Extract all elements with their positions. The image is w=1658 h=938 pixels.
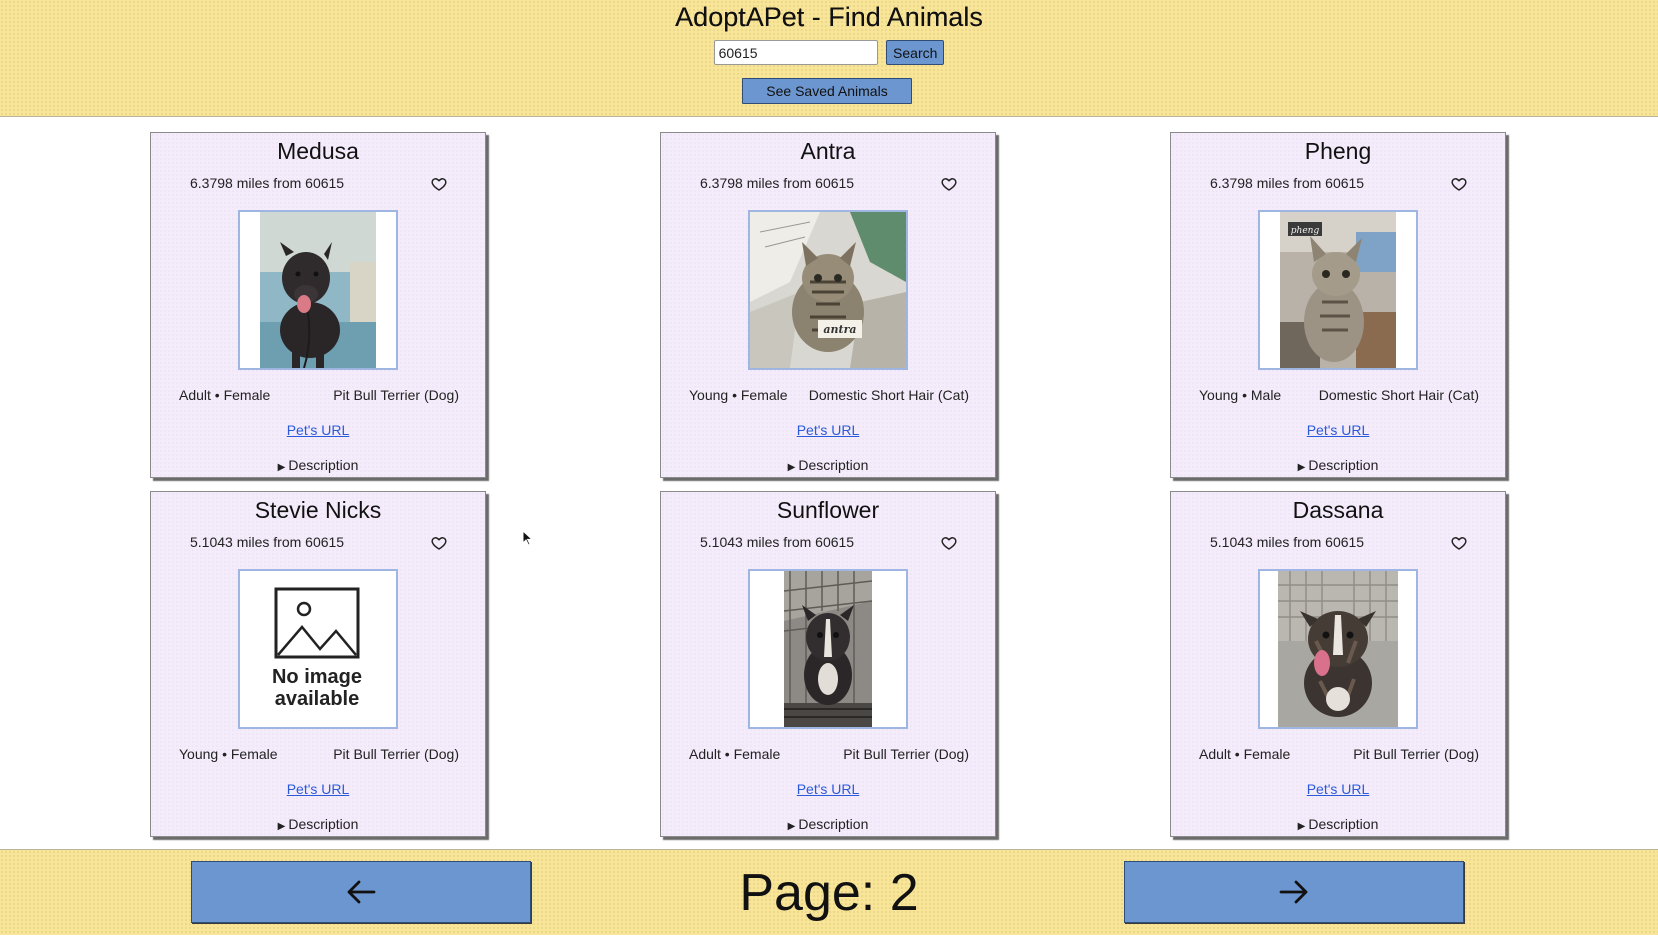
pet-age-sex: Adult • Female	[689, 746, 781, 762]
pagination-bar: Page: 2	[0, 849, 1658, 935]
description-label: Description	[288, 816, 359, 832]
pets-url-link[interactable]: Pet's URL	[1171, 781, 1505, 797]
pets-url-link[interactable]: Pet's URL	[151, 781, 485, 797]
heart-icon[interactable]	[941, 176, 957, 192]
pet-age-sex: Adult • Female	[179, 387, 271, 403]
pet-card-pheng: Pheng 6.3798 miles from 60615 pheng Youn…	[1170, 132, 1506, 478]
pet-age-sex: Adult • Female	[1199, 746, 1291, 762]
disclosure-triangle-icon: ▶	[1297, 462, 1306, 473]
pet-photo: No image available	[238, 569, 398, 729]
heart-icon[interactable]	[941, 535, 957, 551]
pet-photo: pheng	[1258, 210, 1418, 370]
pet-card-dassana: Dassana 5.1043 miles from 60615 Adult • …	[1170, 491, 1506, 837]
pet-distance: 6.3798 miles from 60615	[190, 175, 345, 191]
dog-photo-image	[750, 571, 906, 727]
description-label: Description	[288, 457, 359, 473]
pet-age-sex: Young • Male	[1199, 387, 1282, 403]
description-toggle[interactable]: ▶ Description	[151, 457, 485, 473]
pet-name: Pheng	[1304, 138, 1372, 164]
pet-breed: Domestic Short Hair (Cat)	[808, 387, 969, 403]
pet-breed: Pit Bull Terrier (Dog)	[1353, 746, 1479, 762]
pet-breed: Domestic Short Hair (Cat)	[1318, 387, 1479, 403]
pets-url-link[interactable]: Pet's URL	[1171, 422, 1505, 438]
pet-distance: 5.1043 miles from 60615	[700, 534, 855, 550]
pet-age-sex: Young • Female	[689, 387, 788, 403]
disclosure-triangle-icon: ▶	[1297, 821, 1306, 832]
cat-photo-image: antra	[750, 212, 906, 368]
dog-photo-image	[240, 212, 396, 368]
page-title: AdoptAPet - Find Animals	[675, 2, 983, 32]
pet-photo	[238, 210, 398, 370]
pets-url-link[interactable]: Pet's URL	[661, 422, 995, 438]
pets-url-link[interactable]: Pet's URL	[661, 781, 995, 797]
pet-name: Antra	[800, 138, 856, 164]
heart-icon[interactable]	[1451, 535, 1467, 551]
mouse-cursor-icon	[522, 530, 534, 546]
see-saved-animals-button[interactable]: See Saved Animals	[742, 78, 912, 104]
description-toggle[interactable]: ▶ Description	[151, 816, 485, 832]
pet-name: Sunflower	[776, 497, 880, 523]
search-button[interactable]: Search	[886, 40, 945, 65]
zip-search-input[interactable]	[713, 40, 878, 65]
pet-card-sunflower: Sunflower 5.1043 miles from 60615 Adult …	[660, 491, 996, 837]
pet-name: Dassana	[1292, 497, 1384, 523]
photo-caption: antra	[823, 323, 856, 336]
heart-icon[interactable]	[1451, 176, 1467, 192]
svg-text:available: available	[275, 688, 360, 710]
pet-breed: Pit Bull Terrier (Dog)	[333, 387, 459, 403]
pet-distance: 5.1043 miles from 60615	[190, 534, 345, 550]
pet-photo	[1258, 569, 1418, 729]
arrow-right-icon	[1279, 880, 1308, 904]
disclosure-triangle-icon: ▶	[277, 821, 286, 832]
description-label: Description	[1308, 457, 1379, 473]
next-page-button[interactable]	[1124, 861, 1464, 923]
pet-card-stevie-nicks: Stevie Nicks 5.1043 miles from 60615 No …	[150, 491, 486, 837]
pet-distance: 5.1043 miles from 60615	[1210, 534, 1365, 550]
pet-name: Medusa	[277, 138, 359, 164]
disclosure-triangle-icon: ▶	[277, 462, 286, 473]
pet-card-antra: Antra 6.3798 miles from 60615 antra Youn…	[660, 132, 996, 478]
description-label: Description	[1308, 816, 1379, 832]
photo-caption: pheng	[1291, 226, 1320, 236]
pet-card-medusa: Medusa 6.3798 miles from 60615 Adult • F…	[150, 132, 486, 478]
pets-url-link[interactable]: Pet's URL	[151, 422, 485, 438]
pet-distance: 6.3798 miles from 60615	[1210, 175, 1365, 191]
description-toggle[interactable]: ▶ Description	[1171, 816, 1505, 832]
disclosure-triangle-icon: ▶	[787, 462, 796, 473]
dog-photo-image	[1260, 571, 1416, 727]
pet-breed: Pit Bull Terrier (Dog)	[333, 746, 459, 762]
description-toggle[interactable]: ▶ Description	[661, 457, 995, 473]
svg-text:No image: No image	[272, 666, 362, 688]
pet-breed: Pit Bull Terrier (Dog)	[843, 746, 969, 762]
app-header: AdoptAPet - Find Animals Search See Save…	[0, 0, 1658, 117]
description-toggle[interactable]: ▶ Description	[661, 816, 995, 832]
heart-icon[interactable]	[431, 535, 447, 551]
pet-photo	[748, 569, 908, 729]
description-label: Description	[798, 816, 869, 832]
pet-distance: 6.3798 miles from 60615	[700, 175, 855, 191]
cat-photo-image: pheng	[1260, 212, 1416, 368]
disclosure-triangle-icon: ▶	[787, 821, 796, 832]
description-label: Description	[798, 457, 869, 473]
pet-name: Stevie Nicks	[254, 497, 382, 523]
pet-photo: antra	[748, 210, 908, 370]
pet-age-sex: Young • Female	[179, 746, 278, 762]
heart-icon[interactable]	[431, 176, 447, 192]
description-toggle[interactable]: ▶ Description	[1171, 457, 1505, 473]
no-image-placeholder: No image available	[240, 571, 396, 727]
search-bar: Search	[0, 40, 1658, 65]
